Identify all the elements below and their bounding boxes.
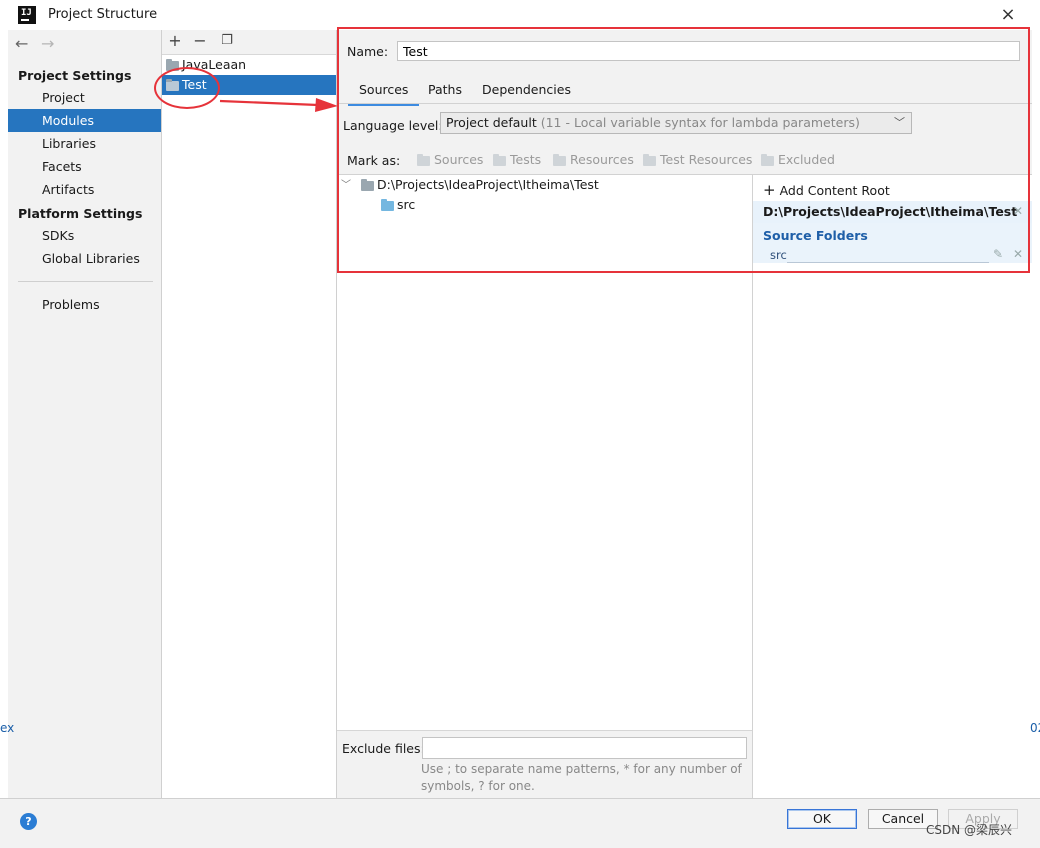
sidebar-item-sdks[interactable]: SDKs (8, 224, 161, 247)
ok-button[interactable]: OK (787, 809, 857, 829)
dialog-button-bar: ? OK Cancel Apply CSDN @梁辰兴 (0, 798, 1040, 848)
module-list-panel: + − ❐ JavaLeaan Test (162, 30, 337, 798)
exclude-files-input[interactable] (422, 737, 747, 759)
remove-module-icon[interactable]: − (191, 31, 209, 50)
sidebar-item-libraries[interactable]: Libraries (8, 132, 161, 155)
red-highlight-circle (154, 67, 220, 109)
red-highlight-box (337, 27, 1030, 273)
intellij-app-icon: IJ (18, 6, 36, 24)
sidebar-item-project[interactable]: Project (8, 86, 161, 109)
background-edge-text-right: 02 (1030, 721, 1040, 735)
red-arrow-annotation (219, 98, 338, 112)
title-bar: IJ Project Structure × (0, 0, 1040, 30)
sidebar-item-artifacts[interactable]: Artifacts (8, 178, 161, 201)
sidebar-item-global-libraries[interactable]: Global Libraries (8, 247, 161, 270)
exclude-files-hint: Use ; to separate name patterns, * for a… (421, 762, 742, 793)
back-arrow-icon[interactable]: ← (15, 34, 28, 53)
sidebar-item-modules[interactable]: Modules (8, 109, 161, 132)
exclude-files-label: Exclude files: (342, 741, 425, 756)
csdn-watermark: CSDN @梁辰兴 (926, 823, 1013, 837)
sidebar-item-problems[interactable]: Problems (8, 293, 161, 316)
close-window-button[interactable]: × (996, 3, 1020, 27)
exclude-files-area: Exclude files: Use ; to separate name pa… (337, 730, 752, 799)
copy-module-icon[interactable]: ❐ (218, 33, 236, 48)
module-toolbar: + − ❐ (162, 30, 336, 55)
forward-arrow-icon[interactable]: → (41, 34, 54, 53)
platform-settings-heading: Platform Settings (18, 206, 143, 221)
settings-sidebar: ← → Project Settings Project Modules Lib… (8, 30, 162, 798)
help-button[interactable]: ? (20, 813, 37, 830)
window-title: Project Structure (48, 7, 158, 22)
sidebar-item-facets[interactable]: Facets (8, 155, 161, 178)
background-edge-text-left: ex (0, 721, 15, 735)
sidebar-divider (18, 281, 153, 282)
project-settings-heading: Project Settings (18, 68, 132, 83)
add-module-icon[interactable]: + (166, 31, 184, 50)
project-structure-window: IJ Project Structure × ← → Project Setti… (0, 0, 1040, 848)
